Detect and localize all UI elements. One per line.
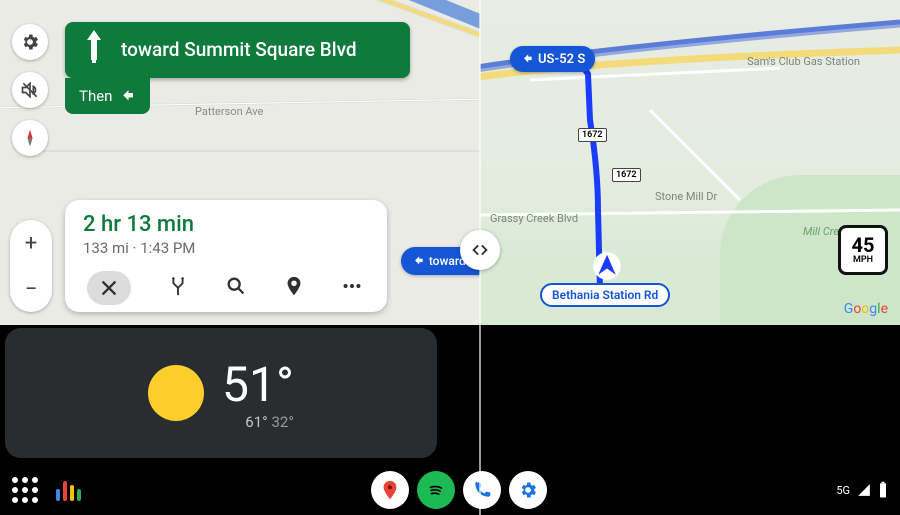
high-low-temp: 61° 32° <box>222 413 294 431</box>
pin-icon <box>283 275 305 297</box>
split-handle[interactable] <box>460 230 500 270</box>
navigation-direction-card[interactable]: toward Summit Square Blvd <box>65 22 410 78</box>
more-icon <box>341 275 363 297</box>
phone-icon <box>472 480 492 500</box>
zoom-control: + − <box>10 220 52 312</box>
more-button[interactable] <box>341 275 363 301</box>
street-label: Patterson Ave <box>195 105 263 118</box>
maps-icon <box>379 479 401 501</box>
sunny-icon <box>148 365 204 421</box>
maps-app-button[interactable] <box>371 471 409 509</box>
road-shield: 1672 <box>612 168 641 182</box>
spotify-app-button[interactable] <box>417 471 455 509</box>
turn-left-icon <box>520 52 534 66</box>
turn-left-icon <box>118 87 136 105</box>
signal-icon <box>856 483 872 497</box>
eta-card[interactable]: 2 hr 13 min 133 mi · 1:43 PM <box>65 200 387 312</box>
compass-button[interactable] <box>12 120 48 156</box>
place-pin-button[interactable] <box>283 275 305 301</box>
status-area: 5G <box>836 481 888 499</box>
straight-arrow-icon <box>77 30 111 70</box>
settings-button[interactable] <box>12 24 48 60</box>
weather-card[interactable]: 51° 61° 32° <box>5 328 437 458</box>
zoom-in-button[interactable]: + <box>10 220 52 266</box>
eta-subtext: 133 mi · 1:43 PM <box>83 239 369 257</box>
phone-app-button[interactable] <box>463 471 501 509</box>
bottom-nav-bar: 5G <box>0 465 900 515</box>
spotify-icon <box>425 479 447 501</box>
mute-button[interactable] <box>12 72 48 108</box>
current-temp: 51° <box>222 356 294 413</box>
search-button[interactable] <box>225 275 247 301</box>
current-road-chip: Bethania Station Rd <box>540 283 670 307</box>
next-step-pill[interactable]: Then <box>65 78 150 114</box>
battery-icon <box>878 481 888 499</box>
mute-icon <box>20 80 40 100</box>
close-button[interactable] <box>87 271 131 305</box>
speed-limit-sign: 45 MPH <box>838 225 888 275</box>
close-icon <box>98 277 120 299</box>
zoom-out-button[interactable]: − <box>10 266 52 312</box>
road-shield: 1672 <box>578 128 607 142</box>
fork-icon <box>167 275 189 297</box>
navigation-cursor-icon <box>592 251 622 285</box>
compass-icon <box>20 128 40 148</box>
network-label: 5G <box>836 484 850 497</box>
eta-duration: 2 hr 13 min <box>83 212 369 237</box>
route-badge[interactable]: US-52 S <box>510 46 595 72</box>
poi-label: Grassy Creek Blvd <box>490 212 578 225</box>
chevrons-icon <box>469 239 491 261</box>
then-label: Then <box>79 87 112 105</box>
direction-text: toward Summit Square Blvd <box>121 39 357 61</box>
gear-icon <box>518 480 538 500</box>
app-drawer-button[interactable] <box>12 477 38 503</box>
turn-left-icon <box>411 254 425 268</box>
poi-label: Sam's Club Gas Station <box>747 55 860 68</box>
right-map[interactable]: US-52 S 1672 1672 Grassy Creek Blvd Ston… <box>480 0 900 325</box>
google-logo: Google <box>844 301 888 317</box>
road-line <box>40 150 480 152</box>
search-icon <box>225 275 247 297</box>
assistant-button[interactable] <box>56 479 81 501</box>
alt-routes-button[interactable] <box>167 275 189 301</box>
left-map[interactable]: Patterson Ave toward Summit Square Blvd … <box>0 0 480 325</box>
poi-label: Stone Mill Dr <box>655 190 717 203</box>
settings-app-button[interactable] <box>509 471 547 509</box>
gear-icon <box>20 32 40 52</box>
